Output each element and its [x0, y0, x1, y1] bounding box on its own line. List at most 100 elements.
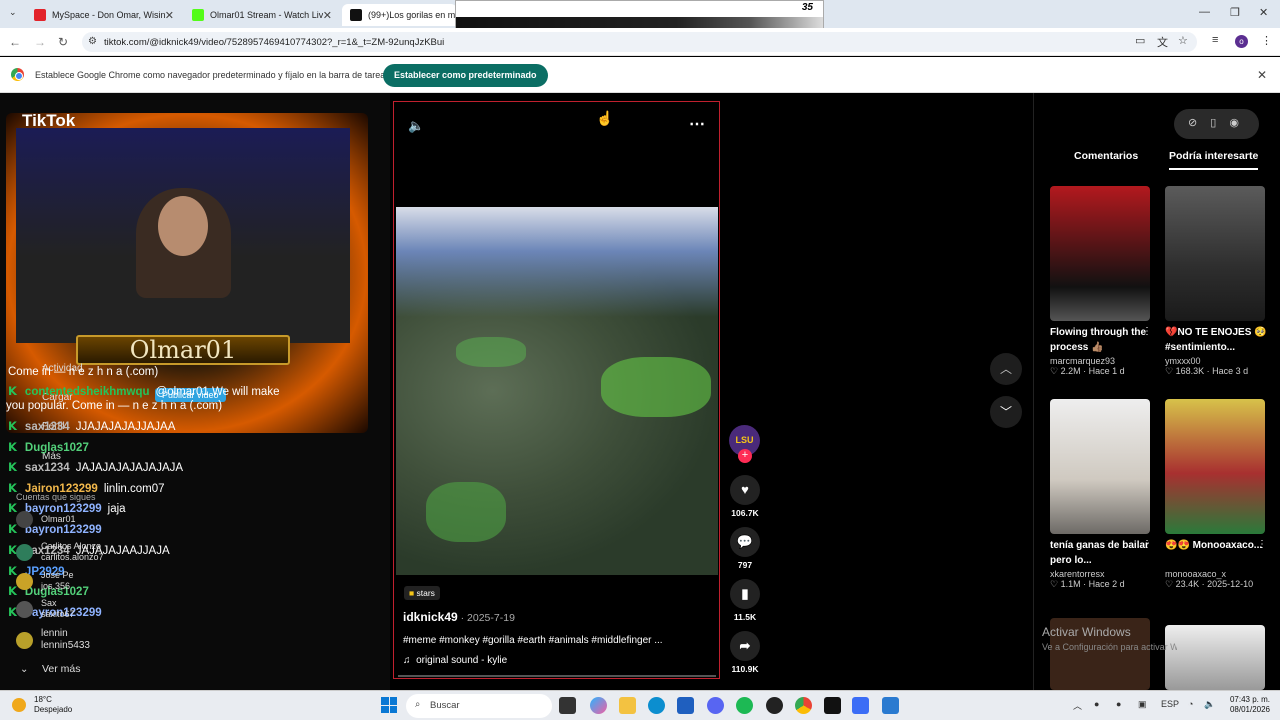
github-icon[interactable] — [766, 697, 783, 714]
back-icon[interactable]: ← — [9, 35, 21, 49]
store-icon[interactable] — [677, 697, 694, 714]
tab-might-interest[interactable]: Podría interesarte — [1169, 150, 1259, 170]
windows-start-icon[interactable] — [381, 697, 397, 713]
card-stats-text: 168.3K · Hace 3 d — [1175, 366, 1249, 376]
account-item[interactable]: José Pe jos.356 — [16, 570, 74, 592]
video-thumbnail — [1165, 186, 1265, 321]
more-options-icon[interactable]: ⋯ — [689, 114, 705, 134]
video-hashtags[interactable]: #meme #monkey #gorilla #earth #animals #… — [403, 635, 663, 646]
video-thumbnail — [1050, 186, 1150, 321]
save-action[interactable]: ▮ 11.5K — [729, 579, 761, 622]
language-indicator[interactable]: ESP — [1161, 699, 1179, 709]
device-icon[interactable]: ▯ — [1210, 117, 1216, 129]
forward-icon[interactable]: → — [34, 35, 46, 49]
recommended-video-card[interactable]: 💔NO TE ENOJES 🥺 #sentimiento... ⋮ ymxxx0… — [1165, 186, 1267, 377]
chat-username[interactable]: sax1234 — [25, 421, 70, 433]
see-more-link[interactable]: Ver más — [42, 663, 81, 675]
set-default-button[interactable]: Establecer como predeterminado — [383, 64, 548, 87]
account-name: lennin — [41, 628, 68, 639]
account-item[interactable]: Carlitos Alonzo carlitos.alonzo7 — [16, 541, 104, 563]
close-infobar-icon[interactable]: ✕ — [1257, 68, 1267, 82]
account-text: Sax saxito67 — [41, 598, 75, 620]
chrome-icon[interactable] — [795, 697, 812, 714]
tiktok-icon[interactable] — [824, 697, 841, 714]
weather-widget[interactable]: 18°C Despejado — [12, 695, 72, 715]
translate-icon[interactable]: 文 — [1157, 34, 1168, 50]
weather-condition: Despejado — [34, 705, 73, 714]
account-item[interactable]: Sax saxito67 — [16, 598, 75, 620]
video-progress-bar[interactable] — [398, 675, 716, 677]
like-action[interactable]: ♥ 106.7K — [729, 475, 761, 518]
close-window-icon[interactable]: ✕ — [1259, 6, 1268, 19]
app-icon[interactable] — [882, 697, 899, 714]
file-explorer-icon[interactable] — [559, 697, 576, 714]
menu-dots-icon[interactable]: ⋮ — [1261, 34, 1272, 47]
close-tab-icon[interactable]: ✕ — [323, 9, 332, 22]
video-sound[interactable]: ♫ original sound - kylie — [403, 655, 507, 666]
user-avatar[interactable]: ◉ — [1229, 117, 1239, 129]
restore-icon[interactable]: ❐ — [1230, 6, 1240, 19]
video-thumbnail[interactable] — [1165, 625, 1265, 690]
chat-username[interactable]: sax1234 — [25, 462, 70, 474]
video-thumbnail — [1165, 399, 1265, 534]
video-author[interactable]: idknick49 — [403, 610, 458, 624]
reload-icon[interactable]: ↻ — [58, 35, 68, 49]
comment-action[interactable]: 💬 797 — [729, 527, 761, 570]
tab-search-icon[interactable]: ⌄ — [9, 7, 17, 18]
volume-icon[interactable]: 🔈 — [408, 118, 424, 134]
tab-comments[interactable]: Comentarios — [1074, 150, 1138, 162]
chat-username[interactable]: Jairon123299 — [25, 483, 98, 495]
wifi-icon[interactable]: ◔ — [1188, 699, 1193, 709]
minimize-icon[interactable]: — — [1199, 6, 1210, 18]
chat-username[interactable]: Duglas1027 — [25, 442, 89, 454]
follow-plus-icon[interactable]: + — [738, 449, 752, 463]
more-options-icon[interactable]: ⋮ — [1142, 539, 1152, 550]
account-item[interactable]: lennin lennin5433 — [16, 628, 90, 652]
edge-icon[interactable] — [648, 697, 665, 714]
account-item[interactable]: Olmar01 — [16, 511, 76, 528]
cast-icon[interactable]: ▭ — [1135, 34, 1145, 47]
more-options-icon[interactable]: ⋮ — [1142, 326, 1152, 337]
reading-list-icon[interactable]: ≡ — [1212, 34, 1218, 46]
close-tab-icon[interactable]: ✕ — [165, 9, 174, 22]
clock[interactable]: 07:43 p. m. 08/01/2026 — [1230, 695, 1270, 715]
tray-app-icon[interactable]: ● — [1094, 699, 1099, 709]
tiktok-logo: TikTok — [22, 111, 76, 130]
copilot-icon[interactable] — [590, 697, 607, 714]
share-action[interactable]: ➦ 110.9K — [729, 631, 761, 674]
chat-message: Kcontentedsheikhmwqu @olmar01 We will mak… — [8, 384, 279, 398]
recommended-video-card[interactable]: 😍😍 Monooaxaco... ⋮ monooaxaco_x ♡ 23.4K … — [1165, 399, 1267, 590]
volume-tray-icon[interactable]: 🔈 — [1204, 699, 1215, 710]
site-info-icon[interactable]: ⚙ — [88, 36, 97, 47]
video-player[interactable]: 🔈 ⋯ ■ stars idknick49 · 2025-7-19 #meme … — [393, 101, 720, 679]
tray-app-icon[interactable]: ▣ — [1138, 699, 1147, 710]
bookmark-star-icon[interactable]: ☆ — [1178, 34, 1188, 47]
stars-badge[interactable]: ■ stars — [404, 586, 440, 600]
active-app-icon[interactable] — [852, 697, 869, 714]
account-text: lennin lennin5433 — [41, 628, 90, 652]
chat-text: JJAJAJAJAJJAJAA — [75, 421, 176, 433]
more-options-icon[interactable]: ⋮ — [1257, 539, 1267, 550]
spotify-icon[interactable] — [736, 697, 753, 714]
folder-icon[interactable] — [619, 697, 636, 714]
tab-myspace[interactable]: MySpace - Don Omar, Wisin & ... ✕ — [26, 4, 182, 26]
more-options-icon[interactable]: ⋮ — [1257, 326, 1267, 337]
url-input[interactable]: ⚙ tiktok.com/@idknick49/video/7528957469… — [82, 32, 1197, 52]
recommended-video-card[interactable]: Flowing through the process 👍🏽 ⋮ marcmar… — [1050, 186, 1152, 377]
recommended-video-card[interactable]: tenía ganas de bailar pero lo... ⋮ xkare… — [1050, 399, 1152, 590]
share-count: 110.9K — [731, 664, 759, 674]
chevron-down-icon[interactable]: ⌄ — [20, 664, 28, 675]
tab-tiktok[interactable]: (99+)Los gorilas en meme... — [342, 4, 457, 26]
save-count: 11.5K — [733, 612, 757, 622]
taskbar-search-input[interactable]: ⌕ Buscar — [406, 694, 552, 718]
tray-app-icon[interactable]: ● — [1116, 699, 1121, 709]
chat-username[interactable]: contentedsheikhmwqu — [25, 386, 150, 398]
tray-chevron-icon[interactable]: ︿ — [1073, 699, 1082, 712]
sun-icon — [12, 698, 26, 712]
previous-video-button[interactable]: ︿ — [990, 353, 1022, 385]
profile-avatar[interactable]: o — [1235, 35, 1248, 48]
next-video-button[interactable]: ﹀ — [990, 396, 1022, 428]
tab-kick[interactable]: Olmar01 Stream - Watch Live o... ✕ — [184, 4, 340, 26]
discord-icon[interactable] — [707, 697, 724, 714]
settings-icon[interactable]: ⊘ — [1188, 117, 1197, 129]
